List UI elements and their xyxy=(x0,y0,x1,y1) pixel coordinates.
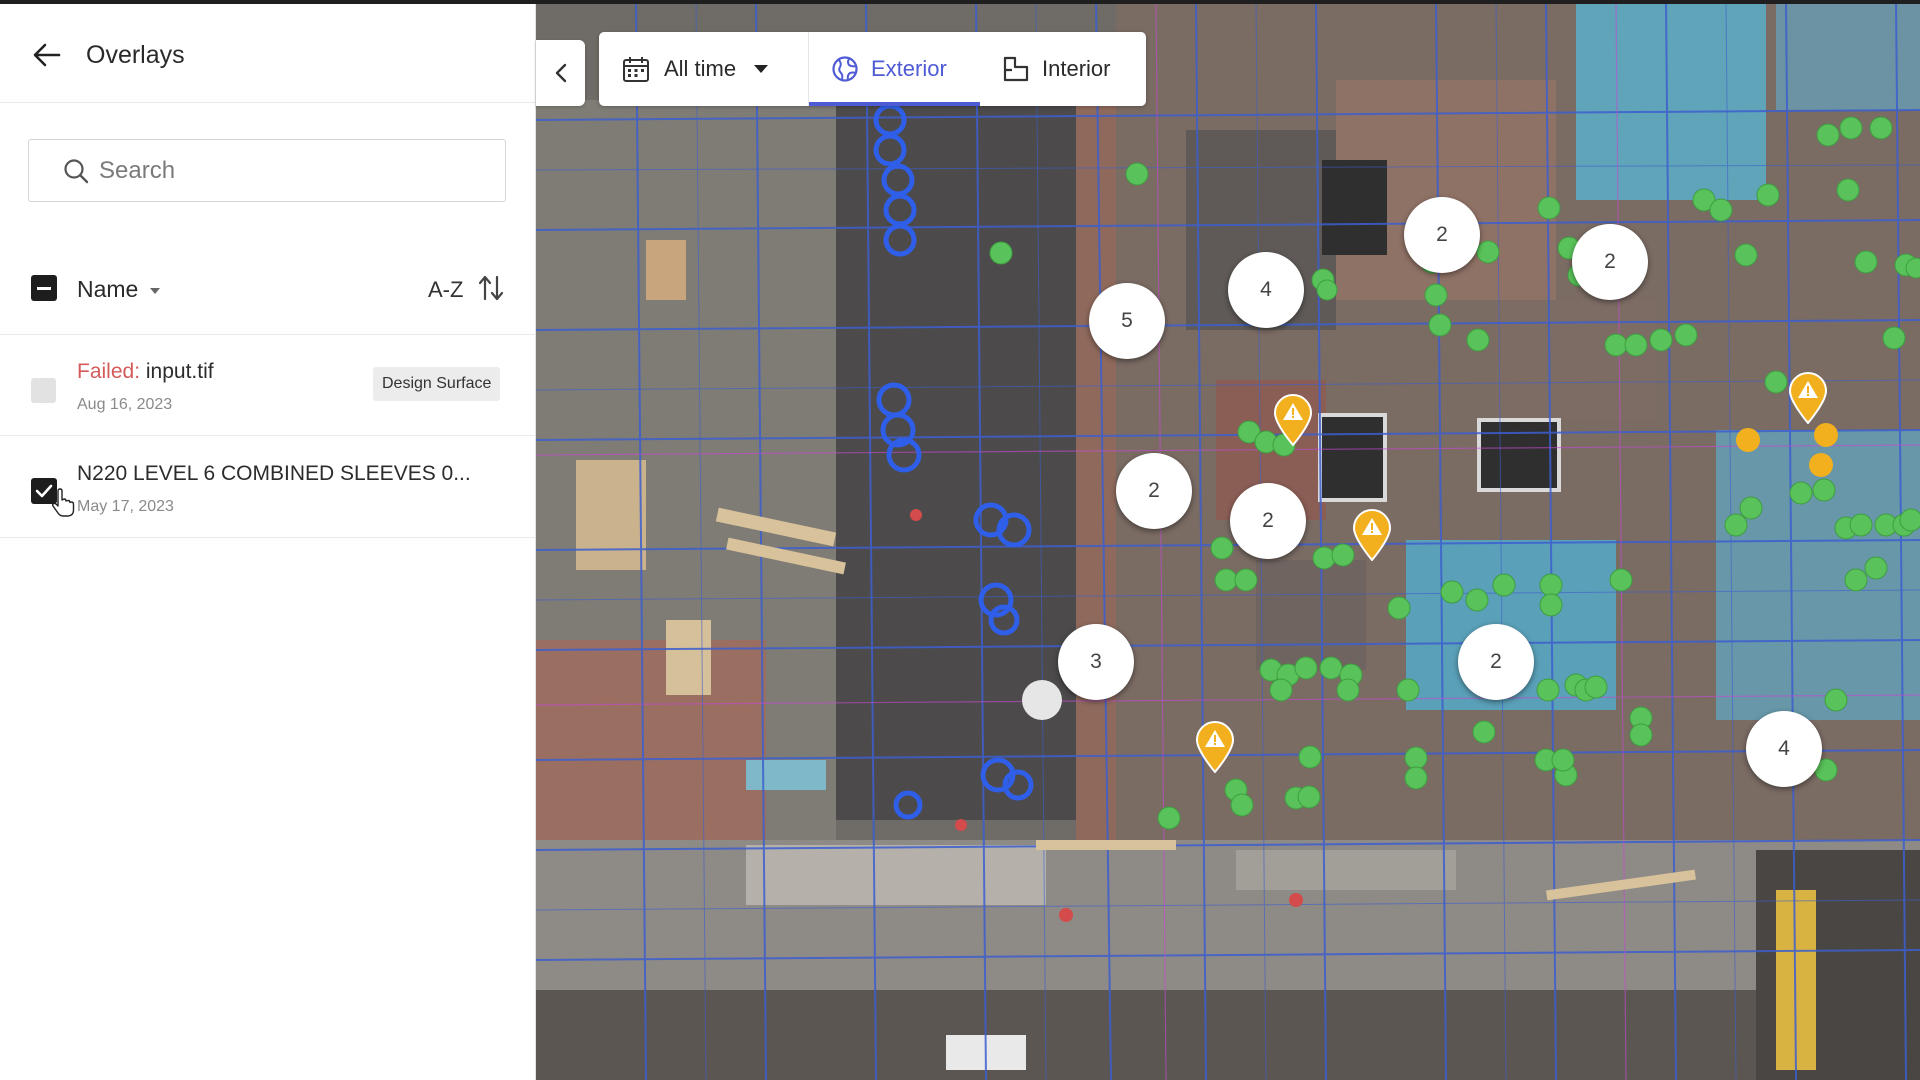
row-title: Failed: input.tif xyxy=(77,360,214,384)
cluster-marker[interactable]: 4 xyxy=(1228,252,1304,328)
collapse-panel-button[interactable] xyxy=(536,40,585,106)
overlay-row[interactable]: N220 LEVEL 6 COMBINED SLEEVES 0... May 1… xyxy=(0,438,536,538)
search-box[interactable] xyxy=(28,139,506,202)
tab-interior-label: Interior xyxy=(1042,56,1111,81)
panel-header: Overlays xyxy=(0,4,536,103)
cluster-marker[interactable]: 2 xyxy=(1458,624,1534,700)
list-header: Name A-Z xyxy=(0,250,536,335)
name-column-label: Name xyxy=(77,276,139,302)
cluster-marker[interactable]: 4 xyxy=(1746,711,1822,787)
cluster-marker[interactable]: 2 xyxy=(1116,453,1192,529)
tab-interior[interactable]: Interior xyxy=(980,32,1146,106)
calendar-icon xyxy=(623,57,649,82)
view-toolbar: All time Exterior Interior xyxy=(599,32,1146,106)
warning-pin-icon[interactable] xyxy=(1352,509,1392,561)
back-button[interactable] xyxy=(26,34,68,76)
aerial-site-image xyxy=(536,0,1920,1080)
indeterminate-icon xyxy=(37,286,51,290)
tab-exterior-label: Exterior xyxy=(871,56,947,81)
row-checkbox-disabled xyxy=(31,378,56,403)
row-date: Aug 16, 2023 xyxy=(77,396,173,413)
hand-cursor-icon xyxy=(51,488,75,517)
overlays-panel: Overlays Name A-Z Failed: input.tif Aug … xyxy=(0,0,536,1080)
arrow-left-icon xyxy=(33,43,61,67)
caret-down-icon xyxy=(150,287,161,294)
search-input[interactable] xyxy=(97,155,481,186)
cluster-marker[interactable]: 2 xyxy=(1572,224,1648,300)
active-tab-indicator xyxy=(809,102,980,106)
type-badge: Design Surface xyxy=(373,367,501,401)
caret-down-icon xyxy=(754,65,769,73)
cluster-marker[interactable]: 2 xyxy=(1230,483,1306,559)
search-icon xyxy=(63,158,89,184)
time-filter-label: All time xyxy=(664,56,737,81)
failed-status: Failed: xyxy=(77,360,141,383)
page-title: Overlays xyxy=(86,41,185,69)
sort-order-label: A-Z xyxy=(428,277,464,302)
warning-pin-icon[interactable] xyxy=(1788,372,1828,424)
row-date: May 17, 2023 xyxy=(77,498,174,515)
row-file-name: input.tif xyxy=(145,360,214,383)
sort-toggle-icon[interactable] xyxy=(476,273,506,303)
row-title: N220 LEVEL 6 COMBINED SLEEVES 0... xyxy=(77,462,471,485)
overlay-row[interactable]: Failed: input.tif Aug 16, 2023 Design Su… xyxy=(0,336,536,436)
cluster-marker[interactable]: 3 xyxy=(1058,624,1134,700)
time-filter-dropdown[interactable]: All time xyxy=(599,32,809,106)
cluster-marker[interactable]: 2 xyxy=(1404,197,1480,273)
warning-pin-icon[interactable] xyxy=(1273,394,1313,446)
tab-exterior[interactable]: Exterior xyxy=(809,32,980,106)
window-top-border xyxy=(0,0,1920,4)
cluster-marker[interactable]: 5 xyxy=(1089,283,1165,359)
globe-icon xyxy=(832,56,858,82)
warning-pin-icon[interactable] xyxy=(1195,721,1235,773)
name-column-sort[interactable]: Name xyxy=(77,276,161,303)
floor-plan-icon xyxy=(1003,56,1029,82)
chevron-left-icon xyxy=(555,63,566,83)
select-all-checkbox[interactable] xyxy=(31,275,57,301)
map-canvas[interactable]: 2 2 4 5 2 2 3 2 4 xyxy=(536,0,1920,1080)
